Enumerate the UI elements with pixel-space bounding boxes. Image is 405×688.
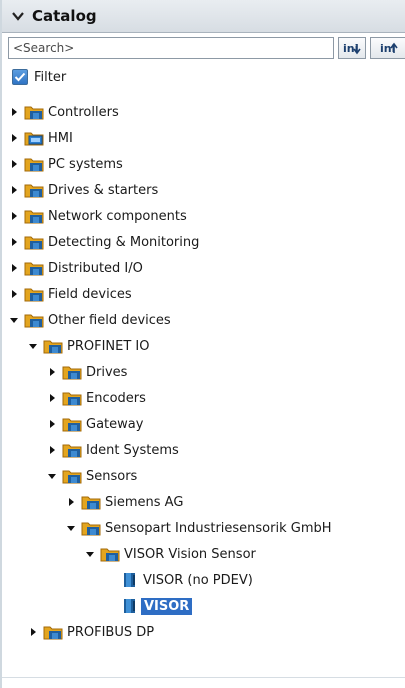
folder-icon <box>24 104 44 120</box>
filter-row: Filter <box>2 66 405 88</box>
expand-arrow-icon[interactable] <box>27 626 39 638</box>
expand-arrow-icon[interactable] <box>46 392 58 404</box>
search-row: ini ini <box>2 37 405 63</box>
folder-icon <box>24 182 44 198</box>
tree-item-label: VISOR (no PDEV) <box>143 572 253 588</box>
collapse-arrow-icon[interactable] <box>65 522 77 534</box>
tree-item[interactable]: Field devices <box>2 282 405 306</box>
tree-item[interactable]: Drives & starters <box>2 178 405 202</box>
expand-arrow-icon[interactable] <box>8 210 20 222</box>
search-up-icon: ini <box>380 42 398 55</box>
tree-item[interactable]: Detecting & Monitoring <box>2 230 405 254</box>
tree-item-label: Drives & starters <box>48 182 159 198</box>
folder-icon <box>81 520 101 536</box>
catalog-title: Catalog <box>32 7 97 25</box>
device-icon <box>119 572 139 588</box>
folder-icon <box>43 624 63 640</box>
tree-item[interactable]: Drives <box>2 360 405 384</box>
search-down-icon: ini <box>343 42 361 55</box>
tree-item-label: Sensopart Industriesensorik GmbH <box>105 520 332 536</box>
tree-item-label: Detecting & Monitoring <box>48 234 200 250</box>
folder-icon <box>24 312 44 328</box>
folder-icon <box>62 416 82 432</box>
expand-arrow-icon[interactable] <box>46 418 58 430</box>
expand-arrow-icon[interactable] <box>8 132 20 144</box>
expand-arrow-icon[interactable] <box>8 262 20 274</box>
tree-item[interactable]: Gateway <box>2 412 405 436</box>
tree-item-label: PROFINET IO <box>67 338 150 354</box>
tree-item-label: Sensors <box>86 468 138 484</box>
search-input[interactable] <box>8 37 334 59</box>
folder-icon <box>43 338 63 354</box>
search-down-button[interactable]: ini <box>338 37 366 59</box>
tree-item-label: VISOR <box>141 597 193 615</box>
tree-item-label: Other field devices <box>48 312 171 328</box>
hmi-folder-icon <box>24 130 44 146</box>
collapse-arrow-icon[interactable] <box>46 470 58 482</box>
folder-icon <box>24 208 44 224</box>
tree-item[interactable]: Distributed I/O <box>2 256 405 280</box>
filter-label: Filter <box>34 69 67 85</box>
folder-icon <box>24 234 44 250</box>
folder-icon <box>24 260 44 276</box>
device-icon <box>119 598 139 614</box>
tree-item-label: Field devices <box>48 286 132 302</box>
tree-item-label: Gateway <box>86 416 144 432</box>
tree-item-label: PROFIBUS DP <box>67 624 155 640</box>
collapse-arrow-icon[interactable] <box>8 314 20 326</box>
folder-icon <box>24 286 44 302</box>
tree-item[interactable]: PC systems <box>2 152 405 176</box>
tree-item[interactable]: PROFINET IO <box>2 334 405 358</box>
tree-item[interactable]: Sensors <box>2 464 405 488</box>
tree-item-label: Distributed I/O <box>48 260 143 276</box>
tree-item[interactable]: VISOR <box>2 594 405 618</box>
filter-checkbox[interactable] <box>12 69 28 85</box>
tree-item-label: Ident Systems <box>86 442 179 458</box>
tree-item-label: Drives <box>86 364 128 380</box>
catalog-header: Catalog <box>2 0 405 33</box>
expand-arrow-icon[interactable] <box>8 184 20 196</box>
tree-item-label: Siemens AG <box>105 494 184 510</box>
tree-item[interactable]: Sensopart Industriesensorik GmbH <box>2 516 405 540</box>
tree-item-label: Network components <box>48 208 187 224</box>
folder-icon <box>62 390 82 406</box>
expand-arrow-icon[interactable] <box>8 158 20 170</box>
tree-item-label: VISOR Vision Sensor <box>124 546 256 562</box>
expand-arrow-icon[interactable] <box>8 236 20 248</box>
tree-item[interactable]: Network components <box>2 204 405 228</box>
tree-item[interactable]: VISOR Vision Sensor <box>2 542 405 566</box>
tree-item[interactable]: HMI <box>2 126 405 150</box>
folder-icon <box>62 468 82 484</box>
expand-arrow-icon[interactable] <box>65 496 77 508</box>
folder-icon <box>100 546 120 562</box>
tree-item[interactable]: Encoders <box>2 386 405 410</box>
folder-icon <box>62 442 82 458</box>
tree-item-label: HMI <box>48 130 73 146</box>
folder-icon <box>81 494 101 510</box>
search-up-button[interactable]: ini <box>370 37 405 59</box>
tree-item[interactable]: PROFIBUS DP <box>2 620 405 644</box>
tree-item[interactable]: Siemens AG <box>2 490 405 514</box>
tree-item-label: PC systems <box>48 156 123 172</box>
expand-arrow-icon[interactable] <box>8 288 20 300</box>
panel-bottom-border <box>2 677 405 678</box>
tree-item[interactable]: VISOR (no PDEV) <box>2 568 405 592</box>
tree-item[interactable]: Ident Systems <box>2 438 405 462</box>
tree-item-label: Controllers <box>48 104 119 120</box>
expand-arrow-icon[interactable] <box>8 106 20 118</box>
folder-icon <box>62 364 82 380</box>
tree-item[interactable]: Other field devices <box>2 308 405 332</box>
expand-arrow-icon[interactable] <box>46 444 58 456</box>
collapse-arrow-icon[interactable] <box>84 548 96 560</box>
expand-arrow-icon[interactable] <box>46 366 58 378</box>
tree-item[interactable]: Controllers <box>2 100 405 124</box>
collapse-arrow-icon[interactable] <box>27 340 39 352</box>
folder-icon <box>24 156 44 172</box>
checkmark-icon <box>14 72 26 82</box>
tree-item-label: Encoders <box>86 390 146 406</box>
collapse-chevron-icon[interactable] <box>8 6 28 26</box>
